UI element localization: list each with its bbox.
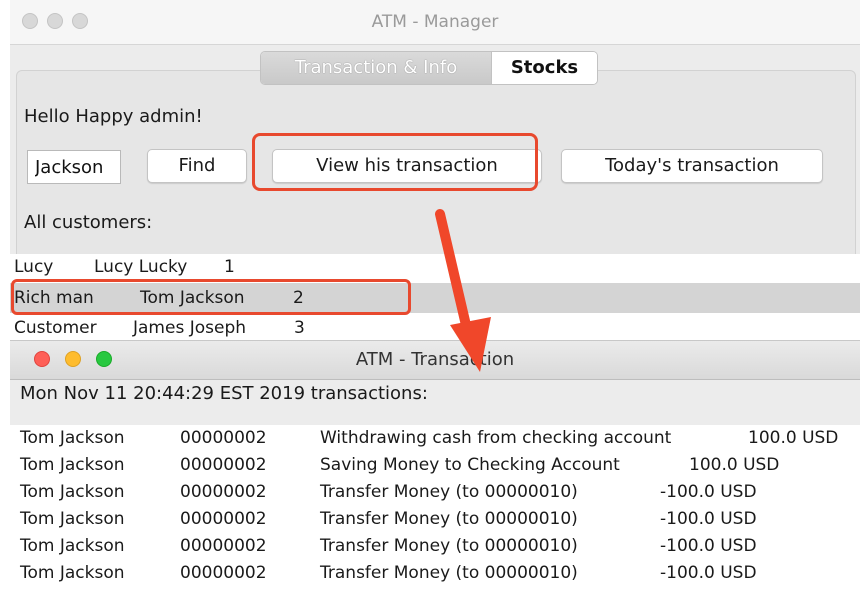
customer-type: Customer <box>14 318 97 338</box>
transaction-row[interactable]: Tom Jackson 00000002 Withdrawing cash fr… <box>10 425 860 452</box>
transaction-account: 00000002 <box>180 509 267 529</box>
transaction-customer: Tom Jackson <box>20 428 125 448</box>
find-button[interactable]: Find <box>147 149 247 183</box>
transaction-description: Transfer Money (to 00000010) <box>320 563 578 583</box>
transaction-account: 00000002 <box>180 563 267 583</box>
transaction-description: Withdrawing cash from checking account <box>320 428 672 448</box>
transaction-list: Tom Jackson 00000002 Withdrawing cash fr… <box>10 425 860 593</box>
all-customers-label: All customers: <box>24 212 153 233</box>
customer-row[interactable]: Customer James Joseph 3 <box>10 313 860 343</box>
transaction-row[interactable]: Tom Jackson 00000002 Saving Money to Che… <box>10 452 860 479</box>
highlight-box-view-button <box>252 133 538 191</box>
transaction-customer: Tom Jackson <box>20 563 125 583</box>
transaction-description: Transfer Money (to 00000010) <box>320 536 578 556</box>
greeting-label: Hello Happy admin! <box>24 106 203 127</box>
transaction-titlebar: ATM - Transaction <box>10 341 860 380</box>
customer-name: Lucy Lucky <box>94 257 188 277</box>
manager-titlebar: ATM - Manager <box>10 0 860 45</box>
transaction-row[interactable]: Tom Jackson 00000002 Transfer Money (to … <box>10 506 860 533</box>
transaction-window: ATM - Transaction Mon Nov 11 20:44:29 ES… <box>10 340 860 593</box>
window-title: ATM - Transaction <box>355 349 515 370</box>
transaction-amount: 100.0 USD <box>748 428 839 448</box>
customer-search-input[interactable] <box>27 150 121 184</box>
customer-name: James Joseph <box>133 318 247 338</box>
transaction-amount: -100.0 USD <box>660 563 757 583</box>
transaction-row[interactable]: Tom Jackson 00000002 Transfer Money (to … <box>10 479 860 506</box>
tab-bar: Transaction & Info Stocks <box>260 51 598 85</box>
tab-stocks[interactable]: Stocks <box>492 52 597 84</box>
transaction-amount: 100.0 USD <box>689 455 780 475</box>
tab-transaction-info[interactable]: Transaction & Info <box>261 52 492 84</box>
transaction-customer: Tom Jackson <box>20 536 125 556</box>
transaction-description: Transfer Money (to 00000010) <box>320 482 578 502</box>
transaction-account: 00000002 <box>180 428 267 448</box>
customer-row[interactable]: Lucy Lucy Lucky 1 <box>10 254 860 280</box>
transactions-date-header: Mon Nov 11 20:44:29 EST 2019 transaction… <box>20 383 428 404</box>
transaction-account: 00000002 <box>180 455 267 475</box>
transaction-account: 00000002 <box>180 482 267 502</box>
customer-type: Lucy <box>14 257 54 277</box>
highlight-box-selected-row <box>11 279 411 315</box>
transaction-description: Saving Money to Checking Account <box>320 455 620 475</box>
transaction-amount: -100.0 USD <box>660 536 757 556</box>
today-transaction-button[interactable]: Today's transaction <box>561 149 823 183</box>
transaction-description: Transfer Money (to 00000010) <box>320 509 578 529</box>
window-title: ATM - Manager <box>371 12 499 32</box>
transaction-row[interactable]: Tom Jackson 00000002 Transfer Money (to … <box>10 533 860 560</box>
transaction-account: 00000002 <box>180 536 267 556</box>
transaction-customer: Tom Jackson <box>20 482 125 502</box>
transaction-amount: -100.0 USD <box>660 509 757 529</box>
customer-id: 3 <box>294 318 305 338</box>
transaction-row[interactable]: Tom Jackson 00000002 Transfer Money (to … <box>10 560 860 587</box>
transaction-amount: -100.0 USD <box>660 482 757 502</box>
transaction-customer: Tom Jackson <box>20 509 125 529</box>
customer-id: 1 <box>224 257 235 277</box>
transaction-customer: Tom Jackson <box>20 455 125 475</box>
